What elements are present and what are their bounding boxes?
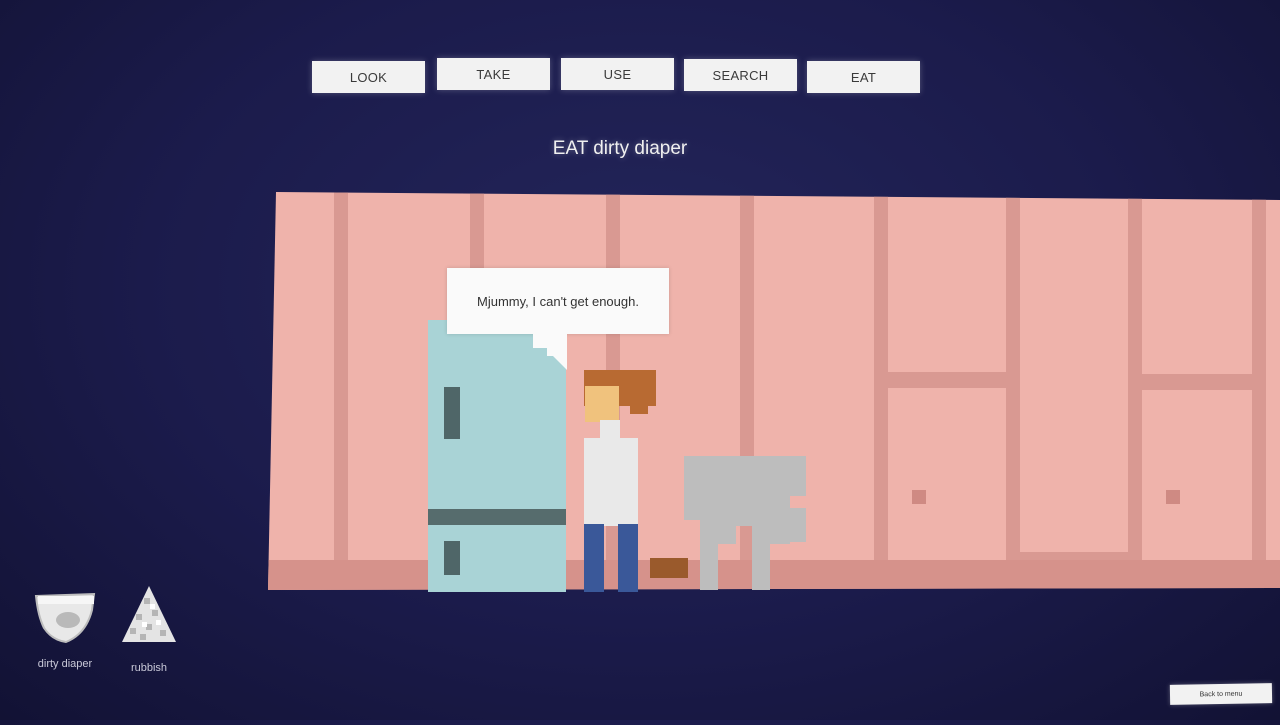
- cabinet-knob: [912, 490, 926, 504]
- inventory-item-dirty-diaper[interactable]: dirty diaper: [20, 588, 110, 678]
- inventory-label: dirty diaper: [37, 658, 93, 670]
- diaper-icon: [34, 592, 96, 644]
- food-bowl[interactable]: [650, 558, 688, 578]
- speech-bubble-tail: [533, 332, 567, 370]
- inventory-label: rubbish: [130, 662, 168, 674]
- rubbish-icon: [122, 586, 176, 642]
- speech-text: Mjummy, I can't get enough.: [477, 293, 639, 309]
- back-to-menu-button[interactable]: Back to menu: [1169, 683, 1273, 705]
- speech-bubble: Mjummy, I can't get enough.: [447, 268, 669, 334]
- cabinet-knob: [1166, 490, 1180, 504]
- inventory-item-rubbish[interactable]: rubbish: [104, 584, 194, 680]
